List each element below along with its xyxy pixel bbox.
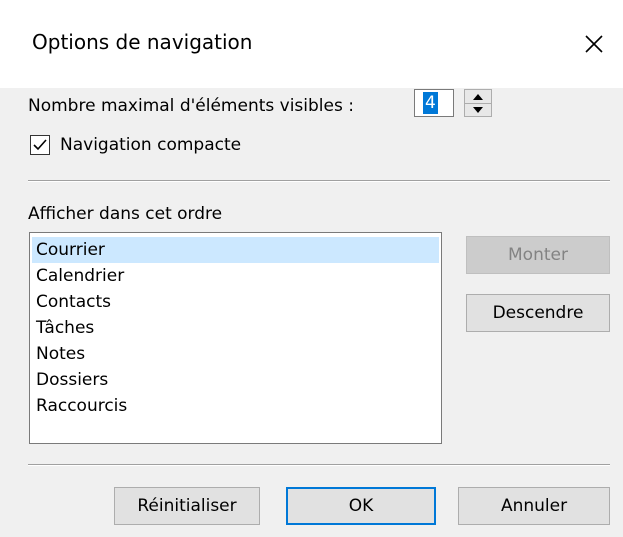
close-button[interactable] (572, 22, 616, 66)
list-item[interactable]: Calendrier (32, 263, 439, 289)
compact-label: Navigation compacte (60, 135, 242, 155)
move-down-button[interactable]: Descendre (466, 294, 610, 332)
list-item[interactable]: Courrier (32, 237, 439, 263)
list-item[interactable]: Tâches (32, 315, 439, 341)
spin-buttons (464, 89, 492, 117)
checkmark-icon (33, 139, 47, 151)
close-icon (585, 35, 603, 53)
separator (28, 180, 610, 182)
move-up-button[interactable]: Monter (466, 236, 610, 274)
order-listbox[interactable]: Courrier Calendrier Contacts Tâches Note… (29, 232, 442, 444)
reset-button[interactable]: Réinitialiser (114, 487, 260, 525)
max-items-label: Nombre maximal d'éléments visibles : (28, 96, 354, 116)
list-item[interactable]: Contacts (32, 289, 439, 315)
list-item[interactable]: Dossiers (32, 367, 439, 393)
spin-up-button[interactable] (465, 90, 491, 104)
max-items-value: 4 (423, 92, 438, 114)
order-label: Afficher dans cet ordre (28, 204, 223, 224)
max-items-input[interactable]: 4 (414, 89, 454, 117)
dialog-body (0, 88, 2, 537)
cancel-button[interactable]: Annuler (458, 487, 610, 525)
ok-button[interactable]: OK (286, 487, 436, 525)
compact-checkbox[interactable] (30, 135, 50, 155)
separator (28, 464, 610, 466)
spin-down-button[interactable] (465, 103, 491, 116)
dialog-title: Options de navigation (32, 30, 253, 54)
max-items-spinner: 4 (414, 89, 496, 119)
arrow-up-icon (473, 93, 483, 100)
title-bar: Options de navigation (0, 0, 623, 88)
list-item[interactable]: Raccourcis (32, 393, 439, 419)
arrow-down-icon (473, 106, 483, 113)
list-item[interactable]: Notes (32, 341, 439, 367)
